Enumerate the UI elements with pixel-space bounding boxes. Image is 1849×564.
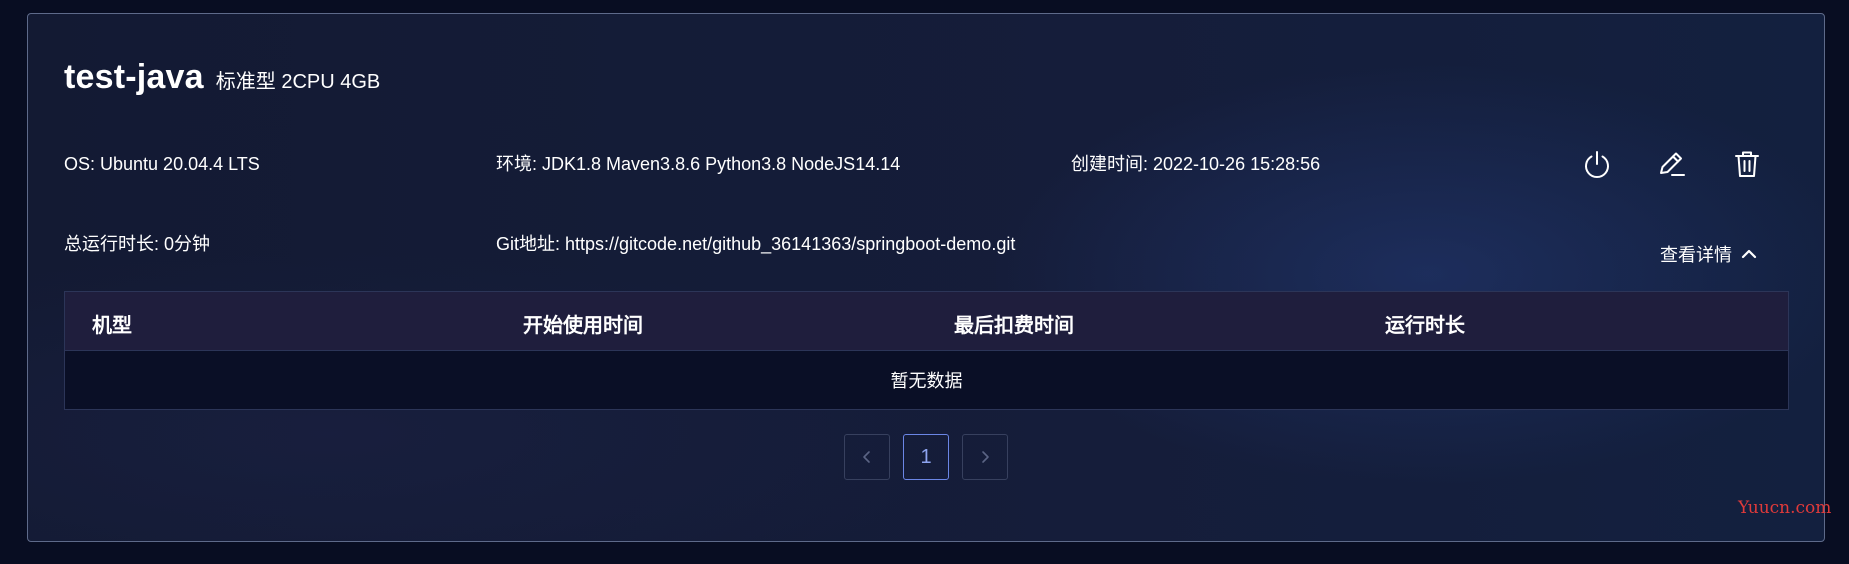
prev-page-button[interactable] xyxy=(844,434,890,480)
instance-title: test-java xyxy=(64,58,204,96)
column-header-runtime: 运行时长 xyxy=(1385,315,1465,337)
edit-button[interactable] xyxy=(1654,146,1690,182)
billing-table: 机型 开始使用时间 最后扣费时间 运行时长 暂无数据 xyxy=(64,291,1789,410)
power-button[interactable] xyxy=(1579,146,1615,182)
edit-icon xyxy=(1660,152,1685,176)
os-info: OS: Ubuntu 20.04.4 LTS xyxy=(64,154,260,174)
column-header-start-time: 开始使用时间 xyxy=(523,315,643,337)
created-time-info: 创建时间: 2022-10-26 15:28:56 xyxy=(1071,154,1321,174)
view-details-label: 查看详情 xyxy=(1660,245,1732,265)
power-icon xyxy=(1585,151,1609,178)
chevron-up-icon xyxy=(1741,249,1757,259)
git-address-info[interactable]: Git地址: https://gitcode.net/github_361413… xyxy=(496,233,1015,255)
delete-button[interactable] xyxy=(1729,146,1765,182)
watermark-text: Yuucn.com xyxy=(1738,498,1832,518)
instance-spec: 标准型 2CPU 4GB xyxy=(215,71,381,93)
page-1-button[interactable]: 1 xyxy=(903,434,949,480)
chevron-left-icon xyxy=(863,451,870,463)
environment-info: 环境: JDK1.8 Maven3.8.6 Python3.8 NodeJS14… xyxy=(496,154,901,174)
instance-card: test-java 标准型 2CPU 4GB OS: Ubuntu 20.04.… xyxy=(27,13,1825,542)
view-details-toggle[interactable]: 查看详情 xyxy=(1660,241,1758,267)
column-header-model: 机型 xyxy=(92,315,132,337)
trash-icon xyxy=(1735,151,1759,177)
next-page-button[interactable] xyxy=(962,434,1008,480)
empty-table-message: 暂无数据 xyxy=(890,371,963,391)
chevron-right-icon xyxy=(982,451,989,463)
table-header: 机型 开始使用时间 最后扣费时间 运行时长 xyxy=(65,292,1788,351)
total-runtime-info: 总运行时长: 0分钟 xyxy=(64,234,211,254)
card-header: test-java 标准型 2CPU 4GB xyxy=(64,58,380,97)
column-header-last-charge-time: 最后扣费时间 xyxy=(954,315,1074,337)
